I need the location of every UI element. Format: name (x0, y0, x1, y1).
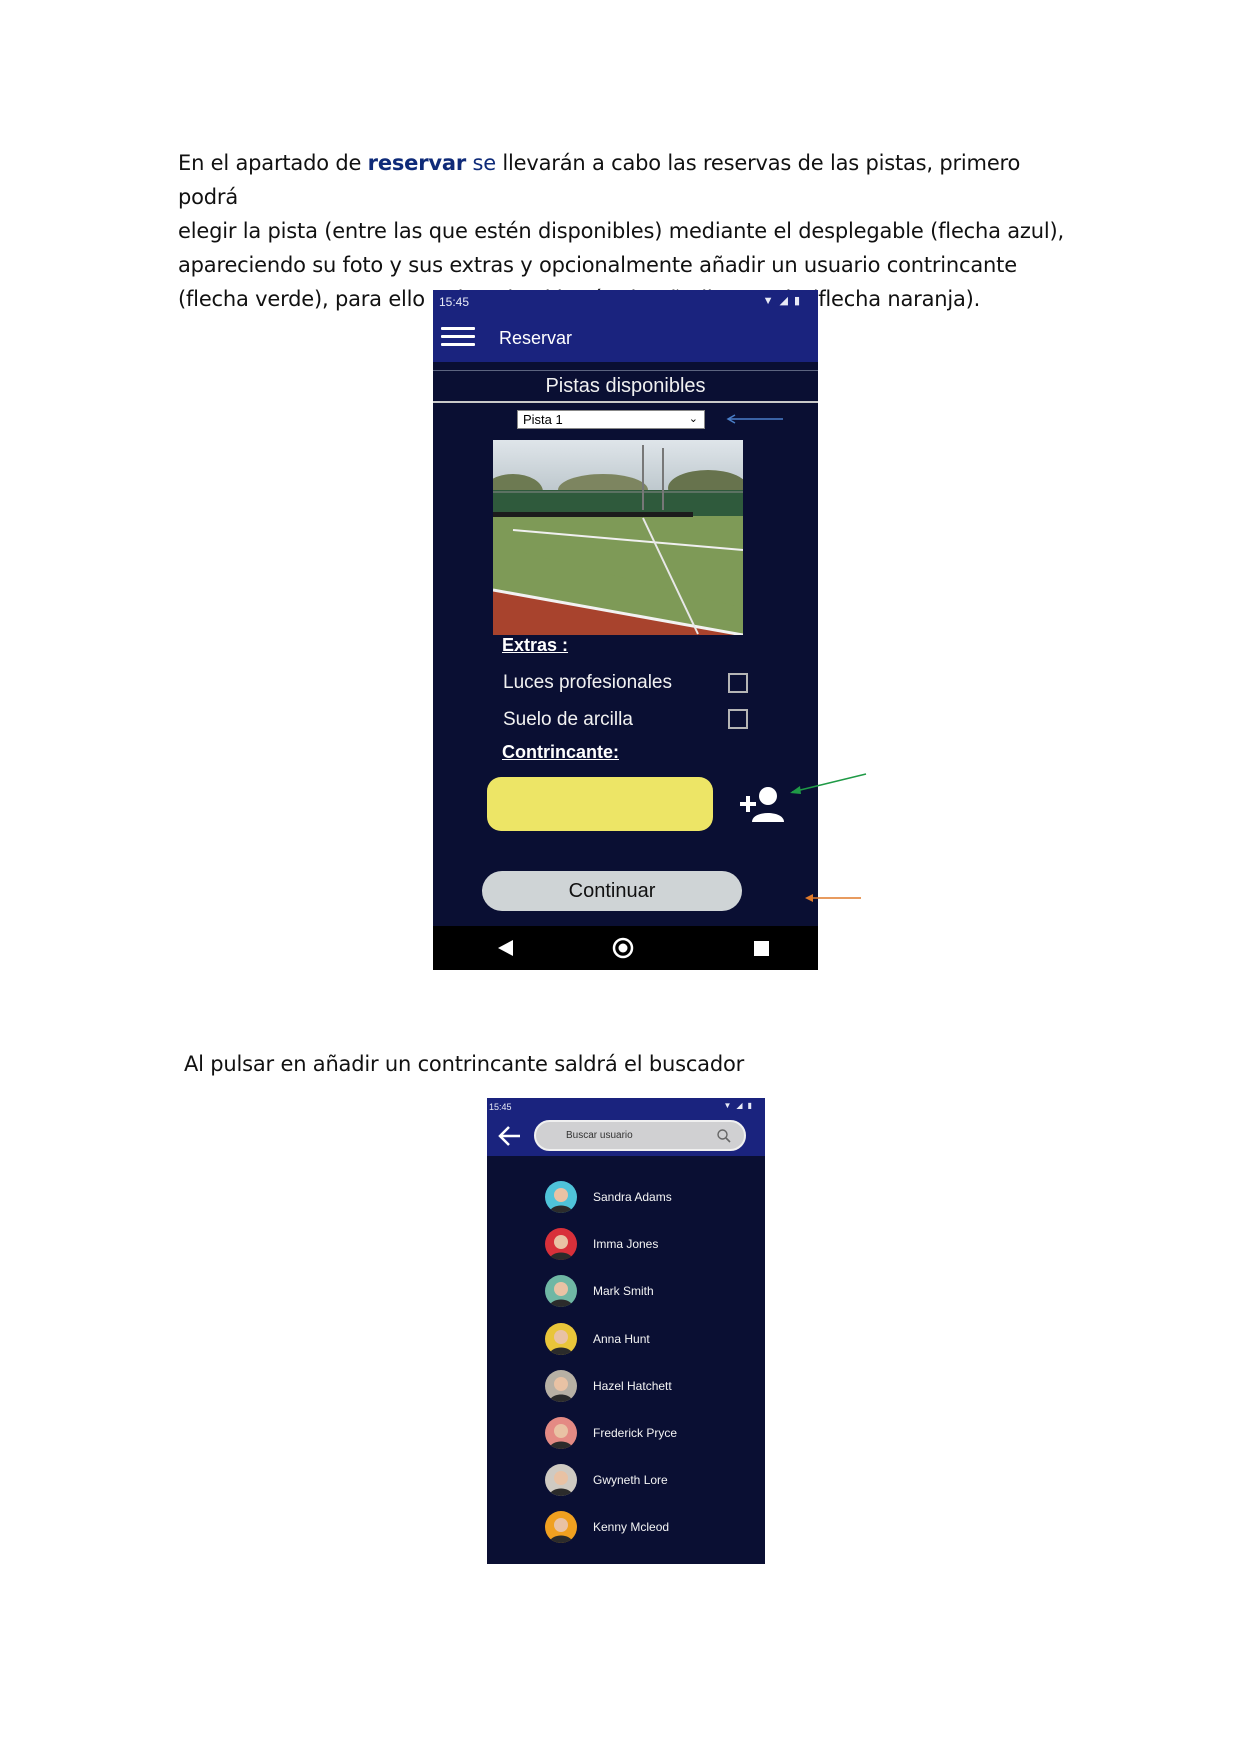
intro-line-2: elegir la pista (entre las que estén dis… (178, 219, 1064, 243)
extra-checkbox-clay[interactable] (728, 709, 748, 729)
user-list-item[interactable]: Anna Hunt (545, 1322, 755, 1359)
extras-title: Extras : (502, 635, 569, 655)
avatar (545, 1417, 577, 1449)
user-name: Sandra Adams (593, 1190, 672, 1204)
reservar-keyword: reservar (367, 151, 467, 175)
user-name: Imma Jones (593, 1237, 659, 1252)
caption-search: Al pulsar en añadir un contrincante sald… (184, 1052, 745, 1076)
page-title: Reservar (499, 328, 573, 348)
user-list-item[interactable]: Imma Jones (545, 1228, 755, 1264)
search-placeholder: Buscar usuario (566, 1130, 633, 1141)
avatar (545, 1228, 577, 1261)
court-select-value: Pista 1 (523, 412, 563, 427)
extra-label-lights: Luces profesionales (503, 672, 672, 693)
extra-checkbox-lights[interactable] (728, 673, 748, 693)
back-arrow-icon[interactable] (496, 1124, 522, 1148)
menu-icon[interactable] (441, 325, 475, 349)
orange-arrow (805, 894, 861, 902)
avatar (545, 1369, 577, 1402)
status-time: 15:45 (489, 1102, 512, 1112)
intro-line-1: En el apartado de reservar se llevarán a… (178, 151, 1021, 209)
court-select[interactable]: Pista 1 ⌄ (517, 410, 705, 429)
add-user-icon[interactable] (738, 784, 786, 824)
blue-arrow (726, 414, 783, 424)
search-app-bar: Buscar usuario (487, 1116, 765, 1156)
avatar (545, 1322, 577, 1355)
user-list-item[interactable]: Kenny Mcleod (545, 1511, 755, 1547)
user-name: Hazel Hatchett (593, 1378, 672, 1393)
user-name: Gwyneth Lore (593, 1473, 668, 1488)
user-name: Frederick Pryce (593, 1426, 678, 1440)
status-icons: ▼◢▮ (762, 295, 806, 307)
green-arrow (790, 773, 867, 794)
continue-button[interactable]: Continuar (482, 871, 742, 911)
user-name: Anna Hunt (593, 1331, 650, 1346)
rival-title: Contrincante: (502, 742, 619, 762)
avatar (545, 1181, 577, 1213)
app-bar: Reservar (433, 314, 818, 362)
system-nav-bar (433, 926, 818, 970)
avatar (545, 1275, 577, 1308)
search-user-screen: 15:45 ▼◢▮ Buscar usuario Sandra Adams Imm… (487, 1098, 765, 1564)
status-time: 15:45 (439, 295, 470, 309)
avatar (545, 1464, 577, 1497)
user-list-item[interactable]: Hazel Hatchett (545, 1369, 755, 1406)
status-bar: 15:45 ▼◢▮ (487, 1098, 765, 1116)
search-icon[interactable] (716, 1128, 732, 1144)
court-photo (493, 440, 743, 635)
reservar-screen: 15:45 ▼◢▮ Reservar Pistas disponibles Pi… (433, 290, 818, 970)
user-list-item[interactable]: Frederick Pryce (545, 1417, 755, 1453)
extra-label-clay: Suelo de arcilla (503, 709, 633, 730)
user-name: Mark Smith (593, 1284, 654, 1299)
user-name: Kenny Mcleod (593, 1520, 670, 1535)
user-list-item[interactable]: Sandra Adams (545, 1181, 755, 1217)
search-input[interactable]: Buscar usuario (534, 1120, 746, 1151)
status-bar: 15:45 ▼◢▮ (433, 290, 818, 314)
status-icons: ▼◢▮ (723, 1101, 757, 1110)
recents-nav-icon (754, 941, 769, 956)
intro-line-3: apareciendo su foto y sus extras y opcio… (178, 253, 1017, 277)
rival-field[interactable] (487, 777, 713, 831)
user-list-item[interactable]: Mark Smith (545, 1275, 755, 1311)
chevron-down-icon: ⌄ (688, 413, 698, 425)
section-title: Pistas disponibles (545, 375, 706, 397)
avatar (545, 1511, 577, 1544)
back-nav-icon (498, 940, 513, 956)
user-list-item[interactable]: Gwyneth Lore (545, 1464, 755, 1500)
